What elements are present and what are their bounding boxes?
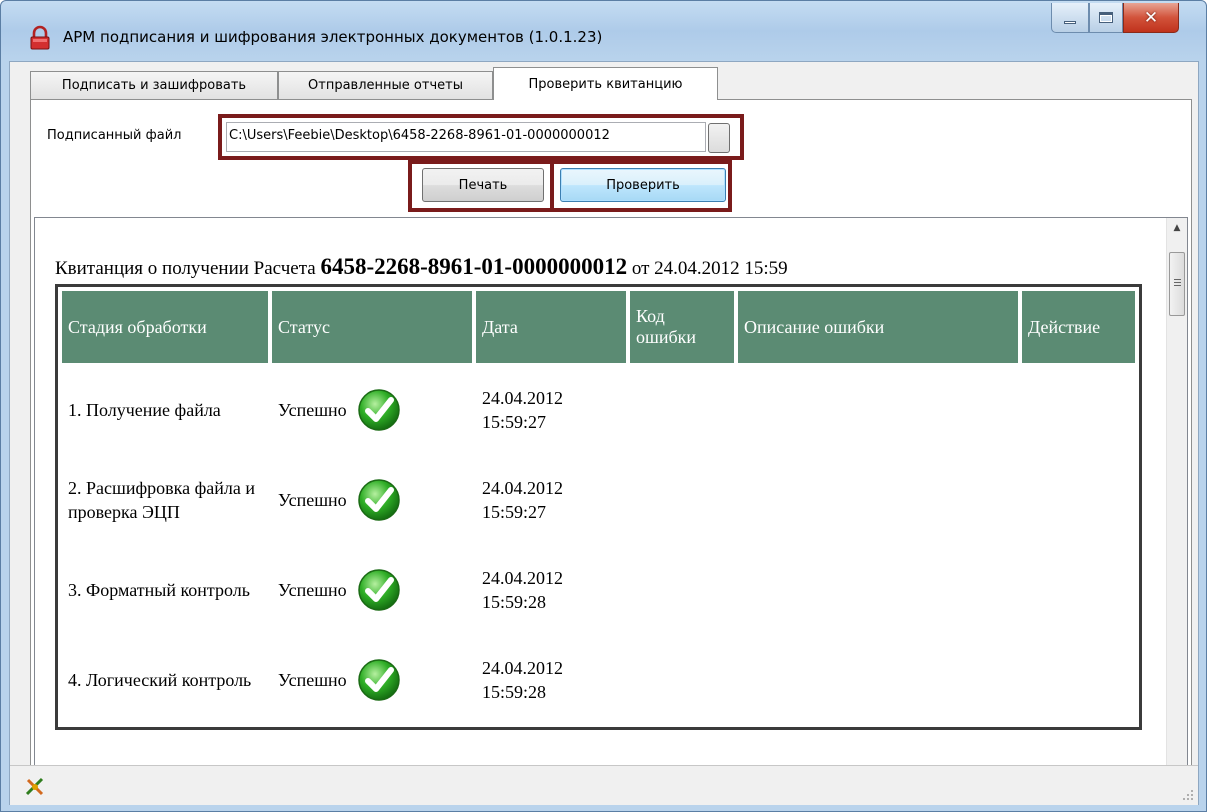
date-cell: 24.04.2012 15:59:27 bbox=[476, 367, 626, 453]
table-header-row: Стадия обработки Статус Дата Код ошибки … bbox=[62, 291, 1135, 363]
check-ok-icon bbox=[357, 389, 400, 431]
title-bar[interactable]: АРМ подписания и шифрования электронных … bbox=[1, 1, 1206, 61]
column-header: Описание ошибки bbox=[738, 291, 1018, 363]
error-code-cell bbox=[630, 367, 734, 453]
column-header: Действие bbox=[1022, 291, 1135, 363]
date-cell: 24.04.2012 15:59:27 bbox=[476, 457, 626, 543]
date-text: 24.04.2012 bbox=[482, 658, 563, 678]
time-text: 15:59:28 bbox=[482, 682, 547, 702]
scroll-up-icon[interactable]: ▲ bbox=[1167, 218, 1187, 238]
action-cell bbox=[1022, 367, 1135, 453]
time-text: 15:59:28 bbox=[482, 592, 547, 612]
status-bar bbox=[10, 765, 1198, 805]
error-description-cell bbox=[738, 637, 1018, 723]
action-cell bbox=[1022, 547, 1135, 633]
date-text: 24.04.2012 bbox=[482, 568, 563, 588]
maximize-button[interactable] bbox=[1089, 3, 1123, 33]
close-icon: ✕ bbox=[1143, 7, 1159, 28]
stage-cell: 1. Получение файла bbox=[68, 400, 221, 420]
minimize-button[interactable] bbox=[1051, 3, 1089, 33]
time-text: 15:59:27 bbox=[482, 412, 547, 432]
column-header: Дата bbox=[476, 291, 626, 363]
error-code-cell bbox=[630, 457, 734, 543]
browse-button[interactable] bbox=[708, 123, 730, 153]
receipt-title-prefix: Квитанция о получении Расчета bbox=[55, 258, 316, 279]
action-cell bbox=[1022, 637, 1135, 723]
column-header: Код ошибки bbox=[630, 291, 734, 363]
table-row: 3. Форматный контроль Успешно 24.04.2012 15… bbox=[62, 547, 1135, 633]
signed-file-label: Подписанный файл bbox=[47, 128, 182, 143]
table-row: 2. Расшифровка файла и проверка ЭЦП Успеш… bbox=[62, 457, 1135, 543]
vertical-scrollbar[interactable]: ▲ ▼ bbox=[1166, 218, 1187, 782]
table-row: 1. Получение файла Успешно 24.04.2012 15:59… bbox=[62, 367, 1135, 453]
close-button[interactable]: ✕ bbox=[1123, 3, 1179, 33]
stage-cell: 2. Расшифровка файла и проверка ЭЦП bbox=[68, 478, 255, 522]
status-cell: Успешно bbox=[272, 547, 472, 633]
app-window: АРМ подписания и шифрования электронных … bbox=[0, 0, 1207, 812]
tab-page-check-receipt: Подписанный файл C:\Users\Feebie\Desktop… bbox=[30, 99, 1192, 789]
check-ok-icon bbox=[357, 659, 400, 701]
receipt-title: Квитанция о получении Расчета 6458-2268-… bbox=[55, 252, 1155, 282]
date-cell: 24.04.2012 15:59:28 bbox=[476, 637, 626, 723]
lock-icon bbox=[30, 25, 50, 50]
client-area: Подписать и зашифровать Отправленные отч… bbox=[9, 61, 1199, 805]
status-cell: Успешно bbox=[272, 637, 472, 723]
status-text: Успешно bbox=[278, 400, 347, 420]
error-code-cell bbox=[630, 547, 734, 633]
date-cell: 24.04.2012 15:59:28 bbox=[476, 547, 626, 633]
signed-file-input[interactable]: C:\Users\Feebie\Desktop\6458-2268-8961-0… bbox=[226, 122, 706, 152]
error-description-cell bbox=[738, 457, 1018, 543]
column-header: Статус bbox=[272, 291, 472, 363]
date-text: 24.04.2012 bbox=[482, 478, 563, 498]
maximize-icon bbox=[1099, 12, 1113, 23]
receipt-title-from: от bbox=[631, 258, 650, 279]
error-description-cell bbox=[738, 547, 1018, 633]
tab-check-receipt[interactable]: Проверить квитанцию bbox=[493, 67, 718, 100]
connection-status-icon bbox=[25, 777, 44, 796]
window-title: АРМ подписания и шифрования электронных … bbox=[63, 28, 603, 46]
stage-cell: 3. Форматный контроль bbox=[68, 580, 250, 600]
print-button[interactable]: Печать bbox=[422, 168, 544, 202]
receipt-table: Стадия обработки Статус Дата Код ошибки … bbox=[55, 284, 1142, 730]
error-code-cell bbox=[630, 637, 734, 723]
tab-sent-reports[interactable]: Отправленные отчеты bbox=[278, 71, 493, 99]
receipt-datetime: 24.04.2012 15:59 bbox=[654, 258, 788, 279]
error-description-cell bbox=[738, 367, 1018, 453]
check-ok-icon bbox=[357, 569, 400, 611]
status-text: Успешно bbox=[278, 490, 347, 510]
receipt-rows: 1. Получение файла Успешно 24.04.2012 15:59… bbox=[62, 367, 1135, 723]
resize-grip-icon[interactable] bbox=[1182, 789, 1194, 801]
tab-sign-encrypt[interactable]: Подписать и зашифровать bbox=[30, 71, 278, 99]
minimize-icon bbox=[1064, 21, 1076, 24]
status-cell: Успешно bbox=[272, 367, 472, 453]
action-cell bbox=[1022, 457, 1135, 543]
scroll-thumb[interactable] bbox=[1169, 252, 1185, 316]
column-header: Стадия обработки bbox=[62, 291, 268, 363]
date-text: 24.04.2012 bbox=[482, 388, 563, 408]
table-row: 4. Логический контроль Успешно 24.04.2012 1… bbox=[62, 637, 1135, 723]
check-button[interactable]: Проверить bbox=[560, 168, 726, 202]
status-cell: Успешно bbox=[272, 457, 472, 543]
status-text: Успешно bbox=[278, 580, 347, 600]
stage-cell: 4. Логический контроль bbox=[68, 670, 252, 690]
receipt-number: 6458-2268-8961-01-0000000012 bbox=[320, 254, 628, 279]
receipt-viewer[interactable]: Квитанция о получении Расчета 6458-2268-… bbox=[34, 217, 1188, 783]
check-ok-icon bbox=[357, 479, 400, 521]
receipt-document: Квитанция о получении Расчета 6458-2268-… bbox=[55, 252, 1155, 730]
time-text: 15:59:27 bbox=[482, 502, 547, 522]
status-text: Успешно bbox=[278, 670, 347, 690]
